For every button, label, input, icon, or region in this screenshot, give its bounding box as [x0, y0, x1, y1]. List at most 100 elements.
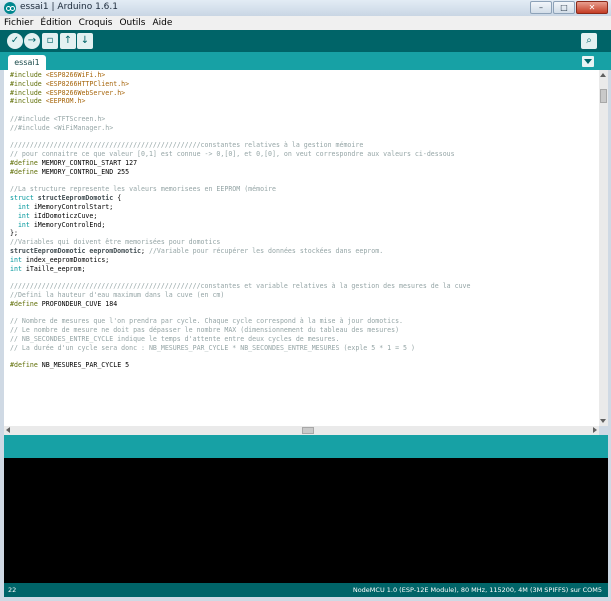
horizontal-scrollbar[interactable]	[4, 426, 599, 435]
tab-menu-chevron-down-icon[interactable]	[582, 56, 594, 67]
code-token: <ESP8266HTTPClient.h>	[45, 79, 130, 88]
code-line[interactable]: #include <EEPROM.h>	[10, 97, 471, 106]
code-token: int	[10, 264, 26, 273]
code-token: #include	[10, 79, 46, 88]
code-line[interactable]: int index_eepromDomotics;	[10, 256, 471, 265]
minimize-button[interactable]: –	[530, 1, 552, 14]
code-token: #define	[10, 167, 42, 176]
code-token: struct	[10, 194, 38, 203]
scroll-right-arrow-icon[interactable]	[593, 427, 597, 433]
menu-tools[interactable]: Outils	[115, 16, 148, 30]
code-line[interactable]: ////////////////////////////////////////…	[10, 282, 471, 291]
menu-sketch[interactable]: Croquis	[75, 16, 116, 30]
code-editor[interactable]: #include <ESP8266WiFi.h> #include <ESP826…	[4, 70, 599, 426]
new-sketch-button[interactable]: ▫	[42, 33, 58, 49]
code-line[interactable]: //Defini la hauteur d'eau maximum dans l…	[10, 291, 471, 300]
code-token: //#include <TFTScreen.h>	[10, 114, 106, 123]
maximize-button[interactable]: □	[553, 1, 575, 14]
console-output[interactable]	[4, 458, 608, 583]
code-token: iMemoryControlEnd;	[33, 220, 106, 229]
code-token: ;	[141, 246, 149, 255]
code-token: //Variable pour récupérer les données st…	[148, 246, 384, 255]
close-button[interactable]: ✕	[576, 1, 608, 14]
upload-button[interactable]: →	[24, 33, 40, 49]
tab-essai1[interactable]: essai1	[8, 55, 46, 70]
code-token: //#include <WiFiManager.h>	[10, 123, 114, 132]
code-line[interactable]: #define MEMORY_CONTROL_END 255	[10, 168, 471, 177]
code-token: #include	[10, 88, 46, 97]
code-line[interactable]: int iMemoryControlStart;	[10, 203, 471, 212]
code-token: <ESP8266WiFi.h>	[45, 71, 106, 79]
code-line[interactable]: #define PROFONDEUR_CUVE 184	[10, 300, 471, 309]
code-line[interactable]: //#include <WiFiManager.h>	[10, 124, 471, 133]
footer-bar: 22 NodeMCU 1.0 (ESP-12E Module), 80 MHz,…	[4, 583, 608, 597]
code-token: #include	[10, 97, 46, 106]
code-line[interactable]: // pour connaitre ce que valeur [0,1] es…	[10, 150, 471, 159]
code-token: //Defini la hauteur d'eau maximum dans l…	[10, 290, 225, 299]
code-line[interactable]: // Le nombre de mesure ne doit pas dépas…	[10, 326, 471, 335]
serial-monitor-button[interactable]: ⌕	[581, 33, 597, 49]
code-line[interactable]: #define MEMORY_CONTROL_START 127	[10, 159, 471, 168]
menu-bar: Fichier Édition Croquis Outils Aide	[0, 16, 611, 30]
toolbar: ✓ → ▫ ↑ ↓ ⌕	[0, 30, 611, 52]
arduino-logo-icon	[4, 2, 16, 14]
code-token: };	[10, 229, 18, 238]
verify-button[interactable]: ✓	[7, 33, 23, 49]
tab-strip: essai1	[0, 52, 611, 70]
code-line[interactable]: #include <ESP8266HTTPClient.h>	[10, 80, 471, 89]
save-sketch-button[interactable]: ↓	[77, 33, 93, 49]
code-token: ////////////////////////////////////////…	[10, 282, 471, 291]
code-line[interactable]: //La structure represente les valeurs me…	[10, 185, 471, 194]
open-sketch-button[interactable]: ↑	[60, 33, 76, 49]
code-line[interactable]: int iIdDomoticzCuve;	[10, 212, 471, 221]
code-token: //Variables qui doivent être memorisées …	[10, 238, 221, 247]
scroll-down-arrow-icon[interactable]	[600, 419, 606, 423]
code-line[interactable]: // Nombre de mesures que l'on prendra pa…	[10, 317, 471, 326]
code-token: // Le nombre de mesure ne doit pas dépas…	[10, 326, 400, 335]
code-line[interactable]: #include <ESP8266WebServer.h>	[10, 89, 471, 98]
code-line[interactable]: // NB_SECONDES_ENTRE_CYCLE indique le te…	[10, 335, 471, 344]
code-line[interactable]	[10, 309, 471, 318]
code-token: MEMORY_CONTROL_START 127	[41, 158, 138, 167]
code-line[interactable]: int iTaille_eeprom;	[10, 265, 471, 274]
code-line[interactable]: // La durée d'un cycle sera donc : NB_ME…	[10, 344, 471, 353]
code-token: iTaille_eeprom;	[25, 264, 86, 273]
code-token: // La durée d'un cycle sera donc : NB_ME…	[10, 343, 415, 352]
code-token: #define	[10, 299, 42, 308]
vertical-scrollbar[interactable]	[599, 70, 608, 426]
menu-file[interactable]: Fichier	[0, 16, 36, 30]
code-line[interactable]: ////////////////////////////////////////…	[10, 141, 471, 150]
code-line[interactable]	[10, 353, 471, 362]
code-token: // NB_SECONDES_ENTRE_CYCLE indique le te…	[10, 334, 340, 343]
code-line[interactable]: };	[10, 229, 471, 238]
code-token: //La structure represente les valeurs me…	[10, 185, 276, 194]
code-token: index_eepromDomotics;	[25, 255, 110, 264]
code-line[interactable]: #include <ESP8266WiFi.h>	[10, 71, 471, 80]
code-line[interactable]	[10, 177, 471, 186]
code-token: #define	[10, 361, 42, 370]
code-line[interactable]	[10, 106, 471, 115]
code-line[interactable]: struct structEepromDomotic {	[10, 194, 471, 203]
code-line[interactable]: #define NB_MESURES_PAR_CYCLE 5	[10, 361, 471, 370]
code-token: #define	[10, 158, 42, 167]
code-line[interactable]: //#include <TFTScreen.h>	[10, 115, 471, 124]
code-text[interactable]: #include <ESP8266WiFi.h> #include <ESP826…	[10, 71, 471, 370]
code-line[interactable]	[10, 273, 471, 282]
status-bar	[4, 435, 608, 458]
code-token: iMemoryControlStart;	[33, 202, 114, 211]
code-line[interactable]: structEepromDomotic eepromDomotic; //Var…	[10, 247, 471, 256]
line-number: 22	[8, 586, 17, 594]
code-token: <EEPROM.h>	[45, 97, 86, 106]
scroll-left-arrow-icon[interactable]	[6, 427, 10, 433]
scroll-up-arrow-icon[interactable]	[600, 73, 606, 77]
code-token: #include	[10, 71, 46, 79]
code-line[interactable]: //Variables qui doivent être memorisées …	[10, 238, 471, 247]
code-token: <ESP8266WebServer.h>	[45, 88, 126, 97]
horizontal-scroll-thumb[interactable]	[302, 427, 314, 434]
code-token: ////////////////////////////////////////…	[10, 141, 364, 150]
menu-help[interactable]: Aide	[148, 16, 175, 30]
menu-edit[interactable]: Édition	[36, 16, 74, 30]
vertical-scroll-thumb[interactable]	[600, 89, 607, 103]
code-line[interactable]	[10, 133, 471, 142]
code-line[interactable]: int iMemoryControlEnd;	[10, 221, 471, 230]
